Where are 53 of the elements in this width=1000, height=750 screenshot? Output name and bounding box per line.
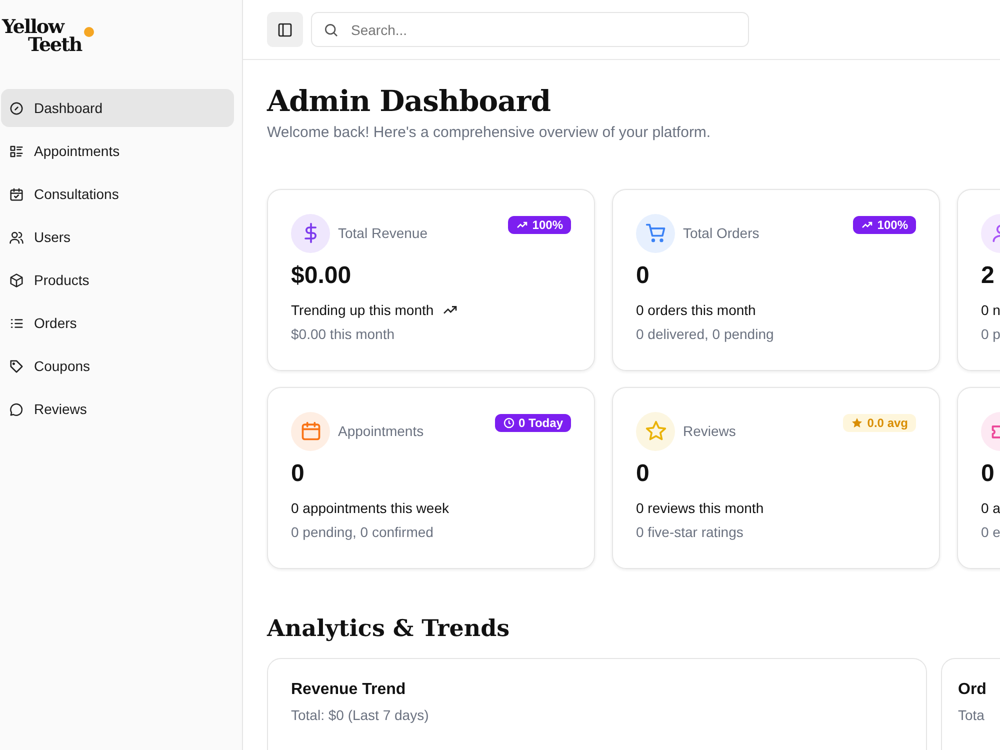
nav-item[interactable]: Reviews [1, 390, 234, 428]
stat-badge: 0.0 avg [843, 414, 916, 432]
stat-value: $0.00 [291, 262, 352, 290]
sidebar-panel-icon [277, 22, 293, 38]
stat-note: $0.00 this month [291, 326, 396, 342]
stat-note: 0 five-star ratings [636, 524, 744, 540]
nav-item[interactable]: Products [1, 261, 234, 299]
stat-value: 0 [636, 460, 650, 488]
nav-item[interactable]: Coupons [1, 347, 234, 385]
nav-item[interactable]: Appointments [1, 132, 234, 170]
stat-value: 0 [981, 460, 996, 488]
stat-badge: 100% [508, 216, 571, 234]
nav-icon [9, 358, 24, 374]
sun-icon [82, 26, 95, 38]
nav-icon [9, 272, 24, 288]
chart-title: Revenue Trend [291, 681, 407, 699]
stat-value: 0 [291, 460, 306, 488]
nav-item[interactable]: Orders [1, 304, 234, 342]
stat-trend-text: Trending up this month [291, 302, 434, 318]
chart-subtitle: Tota [958, 707, 986, 723]
stat-note: 0 delivered, 0 pending [636, 326, 775, 342]
nav-item[interactable]: Dashboard [1, 89, 234, 127]
stat-value: 2 [981, 262, 996, 290]
chart-title: Ord [958, 681, 988, 699]
search-icon [323, 22, 339, 38]
nav-icon [9, 186, 24, 202]
section-title: Analytics & Trends [267, 615, 511, 642]
page-subtitle: Welcome back! Here's a comprehensive overview of your platform. [267, 124, 712, 141]
logo-text: Yellow Teeth [2, 18, 82, 54]
stat-label: Total Revenue [338, 225, 428, 241]
nav-icon [9, 100, 24, 116]
stat-badge: 100% [853, 216, 916, 234]
nav-item[interactable]: Consultations [1, 175, 234, 213]
stat-note: 0 pending, 0 confirmed [291, 524, 434, 540]
page-title: Admin Dashboard [267, 84, 552, 118]
nav-icon [9, 144, 24, 158]
stat-trend-text: 0 orders this month [636, 302, 756, 318]
stat-label: Reviews [683, 423, 736, 439]
nav-icon [9, 230, 24, 244]
stat-label: Appointments [338, 423, 424, 439]
stat-badge: 0 Today [494, 414, 571, 432]
stat-value: 0 [636, 262, 650, 290]
stat-trend-text: 0 reviews this month [636, 500, 764, 516]
stat-label: Total Orders [683, 225, 760, 241]
stat-trend-text: 0 n [981, 302, 1000, 318]
stat-note: 0 p [981, 326, 1000, 342]
chart-subtitle: Total: $0 (Last 7 days) [291, 707, 430, 723]
stat-note: 0 e [981, 524, 1000, 540]
nav-icon [9, 402, 24, 416]
nav-item[interactable]: Users [1, 218, 234, 256]
search-field[interactable]: Search... [311, 12, 749, 47]
stat-trend-text: 0 appointments this week [291, 500, 449, 516]
sidebar-toggle-button[interactable] [267, 12, 303, 47]
